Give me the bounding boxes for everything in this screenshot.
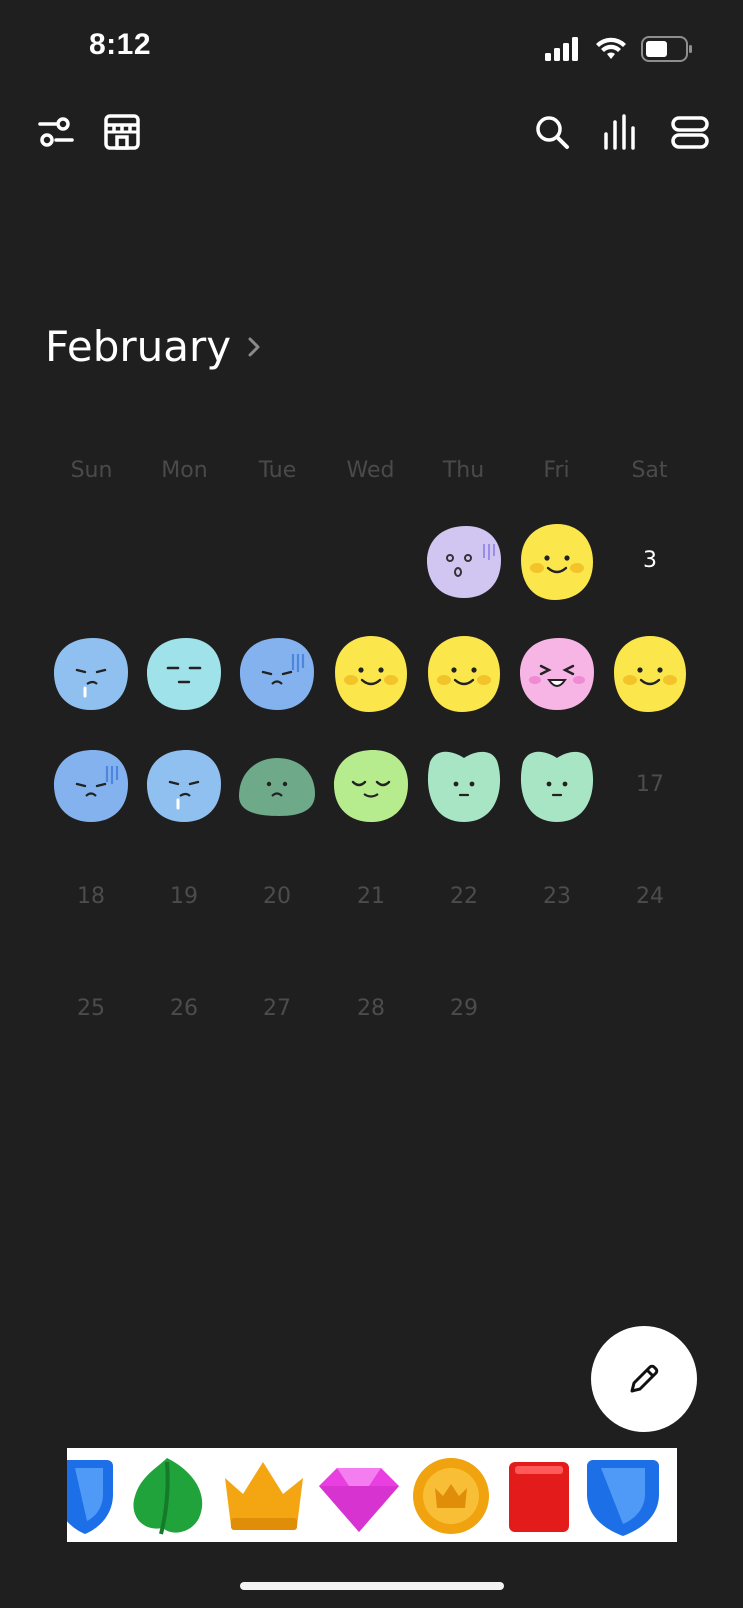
day-cell[interactable]: 18 bbox=[61, 884, 121, 909]
mood-gloomy-icon[interactable] bbox=[235, 632, 319, 716]
mood-happy-icon[interactable] bbox=[329, 632, 413, 716]
search-icon[interactable] bbox=[532, 112, 572, 152]
settings-sliders-icon[interactable] bbox=[36, 112, 76, 152]
day-cell[interactable]: 29 bbox=[434, 996, 494, 1021]
weekday-label: Tue bbox=[258, 458, 297, 483]
mood-neutral-icon[interactable] bbox=[515, 744, 599, 828]
status-icons bbox=[545, 36, 693, 62]
pink-gem-icon bbox=[319, 1468, 399, 1532]
weekday-label: Sun bbox=[70, 458, 113, 483]
gold-coin-icon bbox=[413, 1458, 489, 1534]
mood-happy-icon[interactable] bbox=[608, 632, 692, 716]
mood-sad-tear-icon[interactable] bbox=[49, 632, 133, 716]
gold-crown-icon bbox=[225, 1462, 303, 1530]
weekday-label: Thu bbox=[442, 458, 485, 483]
day-cell[interactable]: 21 bbox=[341, 884, 401, 909]
day-cell[interactable]: 17 bbox=[620, 772, 680, 797]
day-cell[interactable]: 27 bbox=[247, 996, 307, 1021]
mood-happy-icon[interactable] bbox=[422, 632, 506, 716]
weekday-label: Wed bbox=[346, 458, 395, 483]
blue-shield-icon bbox=[587, 1460, 659, 1536]
stats-icon[interactable] bbox=[601, 112, 641, 152]
mood-gloomy-icon[interactable] bbox=[49, 744, 133, 828]
mood-content-icon[interactable] bbox=[329, 744, 413, 828]
month-selector[interactable]: February bbox=[45, 322, 261, 371]
pencil-icon bbox=[630, 1364, 659, 1393]
day-cell[interactable]: 19 bbox=[154, 884, 214, 909]
month-title: February bbox=[45, 322, 232, 371]
weekday-label: Sat bbox=[631, 458, 668, 483]
list-view-icon[interactable] bbox=[670, 112, 710, 152]
signal-icon bbox=[545, 37, 578, 61]
store-icon[interactable] bbox=[102, 112, 142, 152]
status-time: 8:12 bbox=[89, 28, 152, 61]
day-cell[interactable]: 26 bbox=[154, 996, 214, 1021]
chevron-right-icon bbox=[248, 337, 260, 356]
write-entry-button[interactable] bbox=[591, 1326, 697, 1432]
blue-shield-icon bbox=[67, 1460, 113, 1534]
battery-icon bbox=[641, 36, 692, 62]
day-cell[interactable]: 23 bbox=[527, 884, 587, 909]
mood-annoyed-icon[interactable] bbox=[142, 632, 226, 716]
day-cell[interactable]: 25 bbox=[61, 996, 121, 1021]
mood-sad-tear-icon[interactable] bbox=[142, 744, 226, 828]
day-cell[interactable]: 20 bbox=[247, 884, 307, 909]
mood-happy-icon[interactable] bbox=[515, 520, 599, 604]
mood-down-icon[interactable] bbox=[235, 744, 319, 828]
day-cell[interactable]: 28 bbox=[341, 996, 401, 1021]
red-book-icon bbox=[509, 1462, 569, 1532]
mood-shocked-icon[interactable] bbox=[422, 520, 506, 604]
ad-banner[interactable] bbox=[67, 1448, 677, 1542]
mood-laughing-icon[interactable] bbox=[515, 632, 599, 716]
day-cell[interactable]: 22 bbox=[434, 884, 494, 909]
weekday-label: Mon bbox=[161, 458, 208, 483]
day-cell[interactable]: 3 bbox=[620, 548, 680, 573]
home-indicator bbox=[240, 1582, 504, 1590]
wifi-icon bbox=[596, 37, 626, 59]
weekday-label: Fri bbox=[543, 458, 570, 483]
green-leaf-icon bbox=[133, 1458, 203, 1535]
day-cell[interactable]: 24 bbox=[620, 884, 680, 909]
mood-neutral-icon[interactable] bbox=[422, 744, 506, 828]
